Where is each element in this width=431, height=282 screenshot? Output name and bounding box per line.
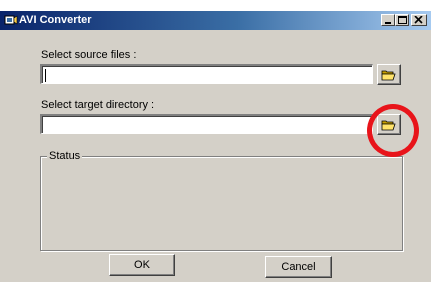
text-caret [45, 69, 46, 82]
browse-target-button[interactable] [377, 114, 401, 135]
target-directory-label: Select target directory : [41, 99, 155, 111]
close-icon [414, 16, 423, 24]
avi-app-icon [4, 13, 18, 27]
maximize-button[interactable] [395, 14, 409, 26]
browse-source-button[interactable] [377, 64, 401, 85]
status-legend: Status [47, 150, 83, 163]
maximize-icon [398, 16, 407, 24]
target-directory-input[interactable] [40, 114, 373, 134]
minimize-icon [385, 22, 391, 24]
source-files-input[interactable] [40, 64, 373, 84]
close-button[interactable] [411, 14, 427, 26]
ok-button[interactable]: OK [109, 254, 175, 276]
folder-open-icon [381, 120, 396, 131]
title-bar[interactable]: AVI Converter [0, 11, 431, 30]
minimize-button[interactable] [381, 14, 395, 26]
window-title: AVI Converter [19, 14, 92, 26]
source-files-label: Select source files : [41, 49, 137, 61]
cancel-button[interactable]: Cancel [265, 256, 332, 278]
status-groupbox: Status [40, 150, 403, 251]
folder-open-icon [381, 70, 396, 81]
avi-converter-window: AVI Converter Select source files : Sele… [0, 11, 431, 282]
